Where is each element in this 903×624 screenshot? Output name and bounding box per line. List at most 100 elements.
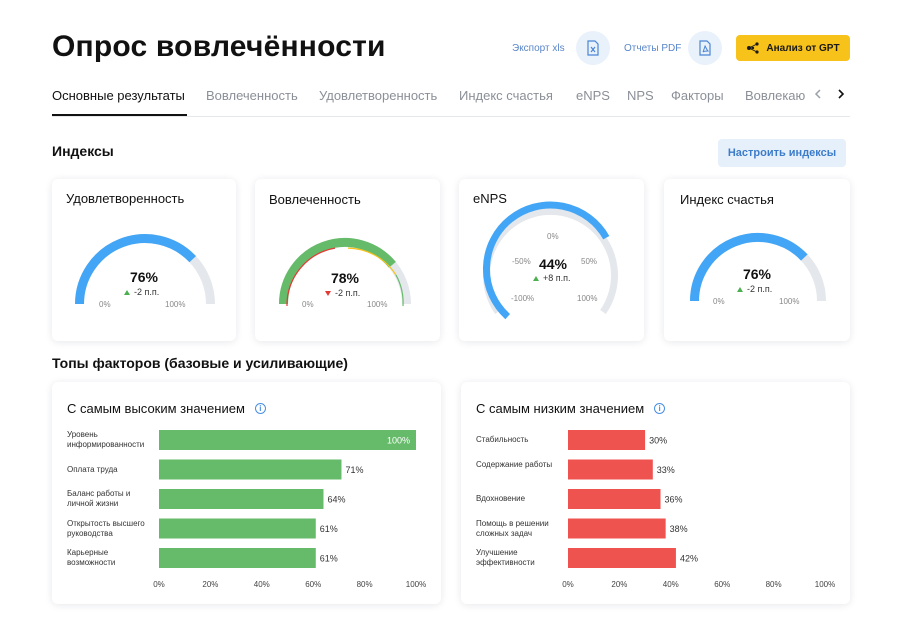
delta-text: +8 п.п.: [543, 273, 571, 283]
bar-category-label: Карьерные возможности: [67, 548, 116, 567]
bar-category-label: Вдохновение: [476, 494, 526, 503]
tab-nps[interactable]: NPS: [627, 88, 654, 103]
gauge-min-label: 0%: [713, 297, 725, 306]
axis-tick-label: 60%: [714, 580, 730, 589]
gauge-min-label: 0%: [99, 300, 111, 309]
bar-category-label: Баланс работы и личной жизни: [67, 489, 131, 508]
gauge-max-label: 100%: [779, 297, 800, 306]
gauge-delta: -2 п.п.: [737, 284, 772, 294]
bar-value-label: 100%: [387, 436, 410, 446]
enps-tick-0: 0%: [547, 232, 559, 241]
bar: [568, 548, 676, 568]
bar: [568, 430, 646, 450]
bar-category-label: Стабильность: [476, 435, 529, 444]
reports-pdf-link[interactable]: Отчеты PDF: [624, 43, 681, 54]
axis-tick-label: 60%: [305, 580, 321, 589]
configure-indexes-button[interactable]: Настроить индексы: [718, 139, 846, 167]
bar-category-label: Содержание работы: [476, 459, 553, 469]
axis-tick-label: 20%: [202, 580, 218, 589]
trend-up-icon: [124, 289, 130, 295]
bar-value-label: 33%: [657, 465, 675, 475]
tab-engaging[interactable]: Вовлекаю: [745, 88, 808, 103]
tab-enps[interactable]: eNPS: [576, 88, 610, 103]
bar: [159, 518, 316, 539]
export-xls-link[interactable]: Экспорт xls: [512, 43, 565, 54]
bar: [568, 459, 653, 480]
axis-tick-label: 40%: [663, 580, 679, 589]
bar-category-label: Оплата труда: [67, 464, 118, 474]
gpt-button-label: Анализ от GPT: [766, 42, 840, 54]
bar-value-label: 61%: [320, 554, 338, 564]
tab-happiness-index[interactable]: Индекс счастья: [459, 88, 553, 103]
page-title: Опрос вовлечённости: [52, 30, 386, 63]
tab-engagement[interactable]: Вовлеченность: [206, 88, 298, 103]
tabs-divider: [52, 116, 850, 117]
tab-main-results[interactable]: Основные результаты: [52, 88, 185, 103]
tab-satisfaction[interactable]: Удовлетворенность: [319, 88, 437, 103]
gauge-value: 76%: [742, 266, 772, 282]
gauge-card-engagement: Вовлеченность 78% -2 п.п. 0% 100%: [255, 179, 440, 341]
bar-value-label: 71%: [345, 465, 363, 475]
bar-value-label: 38%: [670, 524, 688, 534]
trend-up-icon: [737, 286, 743, 292]
bottom-factors-card: С самым низким значением i 30% 33% 36% 38% 4…: [461, 382, 850, 604]
gauge-delta: -2 п.п.: [325, 288, 360, 298]
happiness-gauge: [690, 232, 826, 302]
satisfaction-gauge: [75, 234, 215, 305]
enps-tick-50: 50%: [581, 257, 598, 266]
trend-down-icon: [325, 290, 331, 296]
engagement-gauge: [279, 238, 411, 307]
bar: [159, 489, 324, 509]
bar: [159, 459, 342, 480]
top-factors-card: С самым высоким значением i 100% 71% 64% 61…: [52, 382, 441, 604]
gauge-value: 76%: [129, 269, 159, 285]
gauge-min-label: 0%: [302, 300, 314, 309]
pdf-file-icon: [699, 40, 711, 56]
bar-chart-svg: 30% 33% 36% 38% 42% 0% 20% 40% 60% 80% 100%: [562, 430, 835, 589]
chevron-left-icon[interactable]: [814, 88, 824, 100]
xls-file-icon: [587, 40, 599, 56]
tab-bar: Основные результаты Вовлеченность Удовле…: [52, 84, 852, 116]
bar-category-label: Улучшение эффективности: [476, 548, 535, 567]
chevron-right-icon[interactable]: [836, 88, 846, 100]
delta-text: -2 п.п.: [335, 288, 361, 298]
bar: [568, 518, 666, 539]
axis-tick-label: 0%: [153, 580, 165, 589]
axis-tick-label: 80%: [357, 580, 373, 589]
gpt-analysis-button[interactable]: Анализ от GPT: [736, 35, 850, 61]
trend-up-icon: [533, 275, 539, 281]
bar-value-label: 64%: [327, 495, 345, 505]
gauge-card-happiness: Индекс счастья 76% -2 п.п. 0% 100%: [664, 179, 850, 341]
axis-tick-label: 40%: [254, 580, 270, 589]
axis-tick-label: 20%: [611, 580, 627, 589]
bar-category-label: Помощь в решении сложных задач: [476, 518, 549, 538]
gauge-max-label: 100%: [165, 300, 186, 309]
gauge-card-enps: eNPS 0% -50% 50% -100% 100% 44% +8 п.п.: [459, 179, 644, 341]
indexes-section-title: Индексы: [52, 143, 114, 159]
bar-category-label: Открытость высшего руководства: [67, 518, 145, 538]
delta-text: -2 п.п.: [747, 284, 773, 294]
axis-tick-label: 100%: [406, 580, 426, 589]
axis-tick-label: 0%: [562, 580, 574, 589]
gauge-max-label: 100%: [367, 300, 388, 309]
bar-value-label: 30%: [649, 436, 667, 446]
bar-value-label: 61%: [320, 524, 338, 534]
enps-tick-100: 100%: [577, 294, 598, 303]
bar: [159, 548, 316, 568]
gauge-value: 44%: [538, 256, 568, 272]
bar-category-label: Уровень информированности: [67, 430, 145, 449]
delta-text: -2 п.п.: [134, 287, 160, 297]
gauge-card-satisfaction: Удовлетворенность 76% -2 п.п. 0% 100%: [52, 179, 236, 341]
export-xls-button[interactable]: [576, 31, 610, 65]
bar: [159, 430, 416, 450]
bar-value-label: 36%: [665, 495, 683, 505]
reports-pdf-button[interactable]: [688, 31, 722, 65]
gauge-value: 78%: [330, 270, 360, 286]
factors-section-title: Топы факторов (базовые и усиливающие): [52, 355, 348, 371]
axis-tick-label: 80%: [766, 580, 782, 589]
gauge-delta: +8 п.п.: [533, 273, 571, 283]
bar-value-label: 42%: [680, 554, 698, 564]
gauge-delta: -2 п.п.: [124, 287, 159, 297]
enps-tick-minus100: -100%: [511, 294, 535, 303]
tab-factors[interactable]: Факторы: [671, 88, 724, 103]
